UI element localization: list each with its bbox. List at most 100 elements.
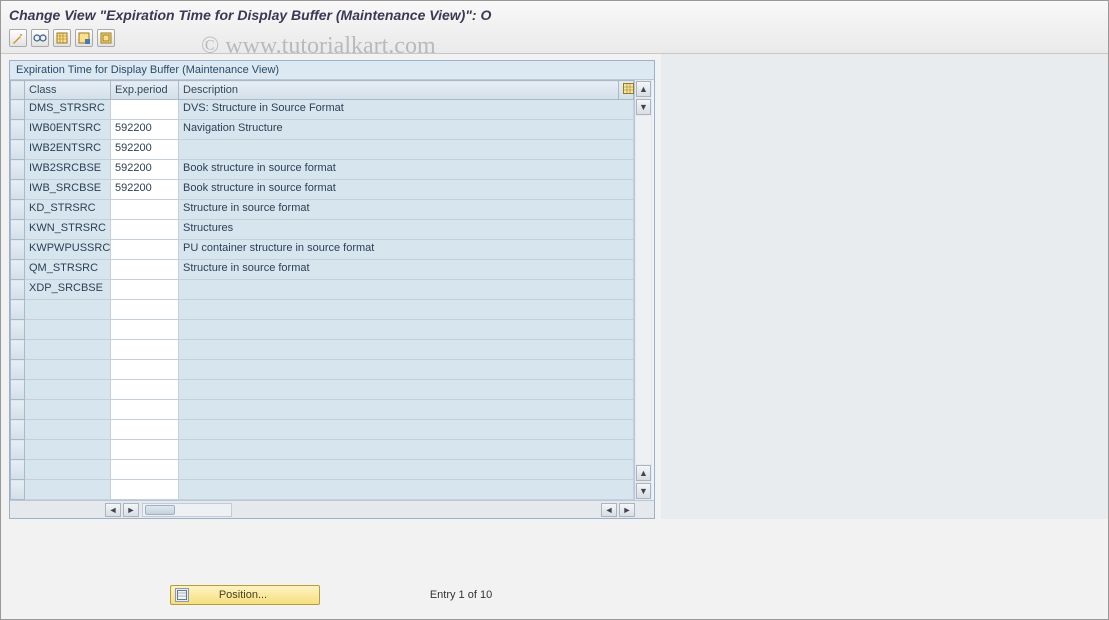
cell-description — [179, 300, 633, 319]
row-selector[interactable] — [11, 140, 25, 160]
row-selector[interactable] — [11, 440, 25, 460]
empty-right-pane — [661, 54, 1108, 519]
table-row — [11, 440, 634, 460]
cell-class: IWB2ENTSRC — [25, 140, 110, 159]
hscroll-right-step-button[interactable]: ► — [123, 503, 139, 517]
scroll-down-step-button[interactable]: ▼ — [636, 99, 651, 115]
cell-exp-period[interactable]: 592200 — [111, 120, 178, 139]
cell-exp-period[interactable] — [111, 480, 178, 499]
row-selector[interactable] — [11, 300, 25, 320]
row-selector[interactable] — [11, 480, 25, 500]
hscroll-track[interactable] — [142, 503, 232, 517]
toolbar-delete-button[interactable] — [97, 29, 115, 47]
grid-header-row: Class Exp.period Description — [11, 81, 634, 100]
cell-description: DVS: Structure in Source Format — [179, 100, 633, 119]
scroll-up-button[interactable]: ▲ — [636, 81, 651, 97]
cell-exp-period[interactable] — [111, 320, 178, 339]
glasses-icon — [33, 33, 47, 43]
hscroll-right-end-button[interactable]: ► — [619, 503, 635, 517]
cell-exp-period[interactable] — [111, 360, 178, 379]
col-header-desc[interactable]: Description — [179, 81, 619, 100]
toolbar-toggle-button[interactable] — [9, 29, 27, 47]
cell-exp-period[interactable]: 592200 — [111, 180, 178, 199]
cell-exp-period[interactable] — [111, 200, 178, 219]
cell-description — [179, 280, 633, 299]
cell-exp-period[interactable] — [111, 240, 178, 259]
row-selector[interactable] — [11, 120, 25, 140]
cell-class: KWPWPUSSRC — [25, 240, 110, 259]
cell-description: Structures — [179, 220, 633, 239]
table-row — [11, 420, 634, 440]
cell-exp-period[interactable] — [111, 440, 178, 459]
wand-icon — [12, 32, 24, 44]
col-header-exp[interactable]: Exp.period — [111, 81, 179, 100]
data-grid: Class Exp.period Description DMS_STRSRCD… — [10, 80, 634, 500]
row-selector[interactable] — [11, 460, 25, 480]
cell-exp-period[interactable] — [111, 380, 178, 399]
scroll-up-step-button[interactable]: ▲ — [636, 465, 651, 481]
hscroll-left-end-button[interactable]: ◄ — [601, 503, 617, 517]
cell-exp-period[interactable]: 592200 — [111, 160, 178, 179]
cell-exp-period[interactable] — [111, 400, 178, 419]
grid-save-icon — [78, 32, 90, 44]
row-selector[interactable] — [11, 220, 25, 240]
row-selector-header[interactable] — [11, 81, 25, 100]
row-selector[interactable] — [11, 320, 25, 340]
cell-description — [179, 380, 633, 399]
table-config-icon — [623, 83, 634, 94]
cell-exp-period[interactable] — [111, 220, 178, 239]
cell-exp-period[interactable] — [111, 300, 178, 319]
cell-class: KD_STRSRC — [25, 200, 110, 219]
row-selector[interactable] — [11, 380, 25, 400]
cell-exp-period[interactable]: 592200 — [111, 140, 178, 159]
row-selector[interactable] — [11, 360, 25, 380]
panel-title: Expiration Time for Display Buffer (Main… — [10, 61, 654, 80]
row-selector[interactable] — [11, 280, 25, 300]
table-row — [11, 400, 634, 420]
position-button[interactable]: Position... — [170, 585, 320, 605]
row-selector[interactable] — [11, 240, 25, 260]
vertical-scrollbar[interactable]: ▲ ▼ ▲ ▼ — [634, 80, 652, 500]
scroll-down-button[interactable]: ▼ — [636, 483, 651, 499]
cell-exp-period[interactable] — [111, 460, 178, 479]
cell-class — [25, 380, 110, 399]
table-row — [11, 460, 634, 480]
hscroll-thumb[interactable] — [145, 505, 175, 515]
row-selector[interactable] — [11, 420, 25, 440]
row-selector[interactable] — [11, 180, 25, 200]
table-row — [11, 380, 634, 400]
cell-description: Structure in source format — [179, 260, 633, 279]
footer-bar: Position... Entry 1 of 10 — [1, 585, 661, 605]
hscroll-left-button[interactable]: ◄ — [105, 503, 121, 517]
row-selector[interactable] — [11, 260, 25, 280]
toolbar-display-button[interactable] — [31, 29, 49, 47]
cell-description — [179, 320, 633, 339]
col-header-class[interactable]: Class — [25, 81, 111, 100]
cell-description: PU container structure in source format — [179, 240, 633, 259]
toolbar-deselect-all-button[interactable] — [75, 29, 93, 47]
cell-class — [25, 480, 110, 499]
table-row: QM_STRSRCStructure in source format — [11, 260, 634, 280]
vscroll-track[interactable] — [636, 116, 651, 464]
row-selector[interactable] — [11, 160, 25, 180]
row-selector[interactable] — [11, 100, 25, 120]
row-selector[interactable] — [11, 340, 25, 360]
cell-exp-period[interactable] — [111, 280, 178, 299]
table-row: DMS_STRSRCDVS: Structure in Source Forma… — [11, 100, 634, 120]
cell-exp-period[interactable] — [111, 420, 178, 439]
page-title: Change View "Expiration Time for Display… — [9, 5, 1100, 27]
cell-class — [25, 400, 110, 419]
cell-class: IWB_SRCBSE — [25, 180, 110, 199]
cell-exp-period[interactable] — [111, 340, 178, 359]
cell-exp-period[interactable] — [111, 100, 178, 119]
row-selector[interactable] — [11, 400, 25, 420]
row-selector[interactable] — [11, 200, 25, 220]
cell-class — [25, 320, 110, 339]
configure-columns-button[interactable] — [619, 81, 634, 100]
cell-exp-period[interactable] — [111, 260, 178, 279]
table-row — [11, 300, 634, 320]
toolbar-select-all-button[interactable] — [53, 29, 71, 47]
table-row: XDP_SRCBSE — [11, 280, 634, 300]
table-row: IWB2SRCBSE592200Book structure in source… — [11, 160, 634, 180]
cell-class: KWN_STRSRC — [25, 220, 110, 239]
